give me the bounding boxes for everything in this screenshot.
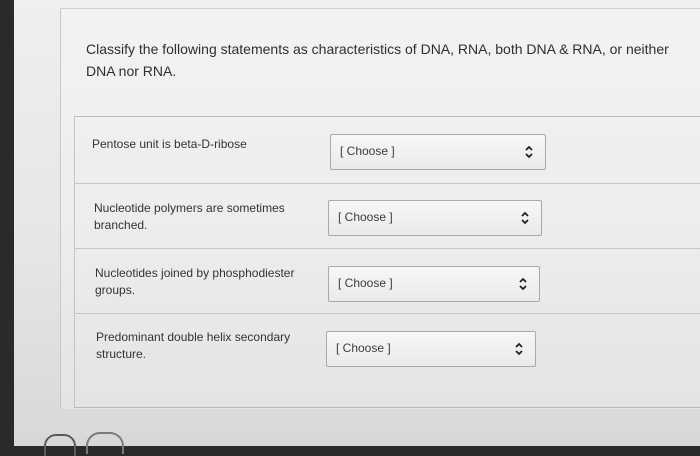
row-divider [74, 183, 700, 184]
chevron-up-down-icon [519, 277, 527, 291]
statement-3: Nucleotides joined by phosphodiester gro… [95, 266, 295, 297]
select-4-value: [ Choose ] [336, 341, 391, 355]
chevron-up-down-icon [525, 145, 533, 159]
select-2-value: [ Choose ] [338, 210, 393, 224]
next-question-icon [44, 434, 76, 456]
chevron-up-down-icon [515, 342, 523, 356]
chevron-up-down-icon [521, 211, 529, 225]
choose-select-2[interactable]: [ Choose ] [328, 200, 542, 236]
choose-select-4[interactable]: [ Choose ] [326, 331, 536, 367]
choose-select-3[interactable]: [ Choose ] [328, 266, 540, 302]
statement-2: Nucleotide polymers are sometimes branch… [94, 201, 285, 232]
statement-4: Predominant double helix secondary struc… [96, 330, 291, 361]
row-divider [74, 313, 700, 314]
choose-select-1[interactable]: [ Choose ] [330, 134, 546, 170]
row-divider [74, 248, 700, 249]
select-3-value: [ Choose ] [338, 276, 393, 290]
select-1-value: [ Choose ] [340, 144, 395, 158]
question-prompt: Classify the following statements as cha… [86, 41, 669, 79]
next-question-icon [86, 432, 124, 454]
statement-1: Pentose unit is beta-D-ribose [92, 137, 247, 151]
